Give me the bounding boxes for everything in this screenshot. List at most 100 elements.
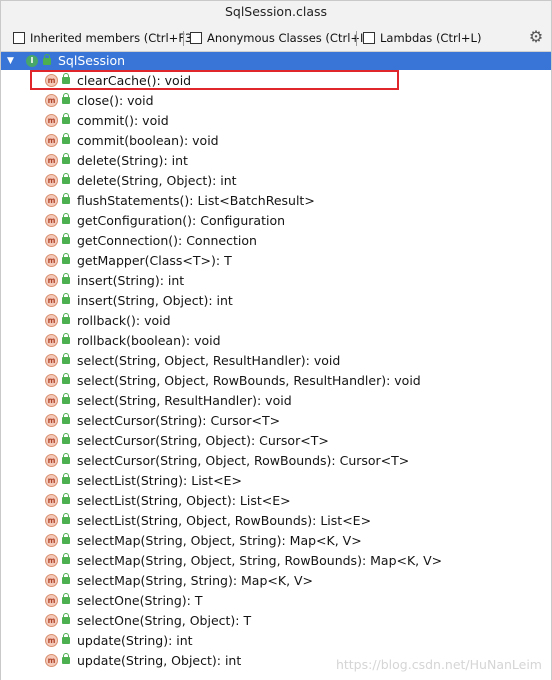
tree-method-item[interactable]: m selectMap(String, Object, String, RowBo… (1, 551, 551, 571)
tree-method-item[interactable]: m getConfiguration(): Configuration (1, 211, 551, 231)
tree-method-item[interactable]: m delete(String): int (1, 151, 551, 171)
tree-method-item[interactable]: m selectList(String, Object): List<E> (1, 491, 551, 511)
method-icon: m (45, 394, 58, 407)
method-icon: m (45, 554, 58, 567)
method-label: getMapper(Class<T>): T (77, 253, 232, 268)
tree-method-item[interactable]: m rollback(boolean): void (1, 331, 551, 351)
method-label: commit(): void (77, 113, 169, 128)
method-icon: m (45, 654, 58, 667)
lock-icon (62, 173, 70, 184)
checkbox-box[interactable] (363, 32, 375, 44)
lock-icon (62, 593, 70, 604)
tree-method-item[interactable]: m commit(): void (1, 111, 551, 131)
method-icon: m (45, 634, 58, 647)
lock-icon (62, 613, 70, 624)
lock-icon (62, 633, 70, 644)
tree-method-item[interactable]: m selectList(String): List<E> (1, 471, 551, 491)
lock-icon (62, 353, 70, 364)
lock-icon (62, 473, 70, 484)
tree-method-item[interactable]: m getMapper(Class<T>): T (1, 251, 551, 271)
tree-method-item[interactable]: m selectOne(String, Object): T (1, 611, 551, 631)
tree-method-item[interactable]: m selectCursor(String): Cursor<T> (1, 411, 551, 431)
tree-method-item[interactable]: m insert(String, Object): int (1, 291, 551, 311)
lock-icon (62, 393, 70, 404)
method-icon: m (45, 194, 58, 207)
tree-method-item[interactable]: m selectList(String, Object, RowBounds): … (1, 511, 551, 531)
method-icon: m (45, 94, 58, 107)
method-label: flushStatements(): List<BatchResult> (77, 193, 315, 208)
method-label: getConnection(): Connection (77, 233, 257, 248)
lock-icon (62, 273, 70, 284)
method-label: selectList(String, Object, RowBounds): L… (77, 513, 372, 528)
tree-method-item[interactable]: m commit(boolean): void (1, 131, 551, 151)
method-label: rollback(): void (77, 313, 171, 328)
tree-method-item[interactable]: m selectCursor(String, Object, RowBounds)… (1, 451, 551, 471)
lock-icon (62, 313, 70, 324)
method-icon: m (45, 254, 58, 267)
lock-icon (62, 553, 70, 564)
tree-method-item[interactable]: m select(String, ResultHandler): void (1, 391, 551, 411)
structure-toolbar: Inherited members (Ctrl+F3) Anonymous Cl… (0, 25, 552, 52)
tree-method-item[interactable]: m delete(String, Object): int (1, 171, 551, 191)
method-label: getConfiguration(): Configuration (77, 213, 286, 228)
method-label: selectOne(String, Object): T (77, 613, 252, 628)
watermark: https://blog.csdn.net/HuNanLeim (335, 657, 542, 672)
method-label: update(String): int (77, 633, 193, 648)
lock-icon (62, 453, 70, 464)
tree-method-item[interactable]: m getConnection(): Connection (1, 231, 551, 251)
tree-method-item[interactable]: m close(): void (1, 91, 551, 111)
method-icon: m (45, 134, 58, 147)
method-icon: m (45, 274, 58, 287)
anonymous-classes-checkbox[interactable]: Anonymous Classes (Ctrl+I) (190, 30, 368, 46)
lock-icon (43, 54, 51, 65)
tree-method-item[interactable]: m flushStatements(): List<BatchResult> (1, 191, 551, 211)
checkbox-box[interactable] (13, 32, 25, 44)
anonymous-classes-label: Anonymous Classes (Ctrl+I) (207, 31, 368, 45)
chevron-down-icon[interactable]: ▼ (7, 56, 17, 66)
tree-method-item[interactable]: m selectMap(String, String): Map<K, V> (1, 571, 551, 591)
method-label: rollback(boolean): void (77, 333, 221, 348)
inherited-members-checkbox[interactable]: Inherited members (Ctrl+F3) (13, 30, 197, 46)
method-icon: m (45, 454, 58, 467)
method-label: delete(String): int (77, 153, 188, 168)
tree-method-item[interactable]: m rollback(): void (1, 311, 551, 331)
window-title-bar: SqlSession.class (0, 0, 552, 26)
tree-method-item[interactable]: m selectCursor(String, Object): Cursor<T> (1, 431, 551, 451)
tree-method-item[interactable]: m selectOne(String): T (1, 591, 551, 611)
lambdas-checkbox[interactable]: Lambdas (Ctrl+L) (363, 30, 481, 46)
method-label: selectCursor(String, Object, RowBounds):… (77, 453, 410, 468)
lock-icon (62, 233, 70, 244)
method-icon: m (45, 154, 58, 167)
lock-icon (62, 333, 70, 344)
tree-method-item[interactable]: m selectMap(String, Object, String): Map<… (1, 531, 551, 551)
lock-icon (62, 213, 70, 224)
lock-icon (62, 533, 70, 544)
method-label: insert(String): int (77, 273, 185, 288)
method-label: delete(String, Object): int (77, 173, 237, 188)
lock-icon (62, 573, 70, 584)
method-icon: m (45, 334, 58, 347)
checkbox-box[interactable] (190, 32, 202, 44)
gear-icon[interactable]: ⚙ (527, 28, 545, 46)
method-label: update(String, Object): int (77, 653, 242, 668)
tree-method-item[interactable]: m select(String, Object, ResultHandler): … (1, 351, 551, 371)
tree-method-item[interactable]: m insert(String): int (1, 271, 551, 291)
method-icon: m (45, 114, 58, 127)
method-label: select(String, Object, ResultHandler): v… (77, 353, 341, 368)
method-icon: m (45, 354, 58, 367)
method-icon: m (45, 514, 58, 527)
highlight-box (30, 70, 399, 90)
lock-icon (62, 413, 70, 424)
method-icon: m (45, 594, 58, 607)
method-label: selectMap(String, Object, String, RowBou… (77, 553, 443, 568)
toolbar-separator (183, 31, 184, 46)
tree-method-item[interactable]: m update(String): int (1, 631, 551, 651)
lock-icon (62, 193, 70, 204)
tree-method-item[interactable]: m select(String, Object, RowBounds, Resul… (1, 371, 551, 391)
window-title: SqlSession.class (224, 4, 328, 19)
method-label: selectMap(String, Object, String): Map<K… (77, 533, 362, 548)
tree-root-sqlsession[interactable]: ▼ I SqlSession (1, 52, 551, 70)
method-label: selectCursor(String): Cursor<T> (77, 413, 281, 428)
method-icon: m (45, 214, 58, 227)
method-label: commit(boolean): void (77, 133, 219, 148)
